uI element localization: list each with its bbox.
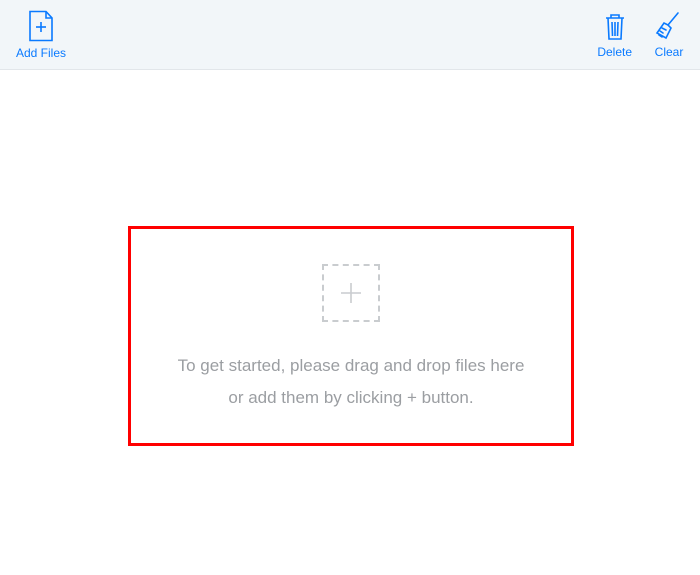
add-placeholder-icon — [322, 264, 380, 322]
add-files-label: Add Files — [16, 46, 66, 60]
main-content: To get started, please drag and drop fil… — [0, 70, 700, 575]
dropzone[interactable]: To get started, please drag and drop fil… — [128, 226, 574, 446]
dropzone-line2: or add them by clicking + button. — [178, 382, 525, 414]
toolbar: Add Files Delete — [0, 0, 700, 70]
clear-button[interactable]: Clear — [654, 11, 684, 59]
dropzone-line1: To get started, please drag and drop fil… — [178, 350, 525, 382]
add-file-icon — [27, 10, 55, 42]
trash-icon — [602, 11, 628, 41]
add-files-button[interactable]: Add Files — [16, 10, 66, 60]
delete-button[interactable]: Delete — [597, 11, 632, 59]
delete-label: Delete — [597, 45, 632, 59]
toolbar-left: Add Files — [16, 10, 66, 60]
clear-label: Clear — [655, 45, 684, 59]
broom-icon — [654, 11, 684, 41]
dropzone-text: To get started, please drag and drop fil… — [178, 350, 525, 415]
toolbar-right: Delete Clear — [597, 11, 684, 59]
